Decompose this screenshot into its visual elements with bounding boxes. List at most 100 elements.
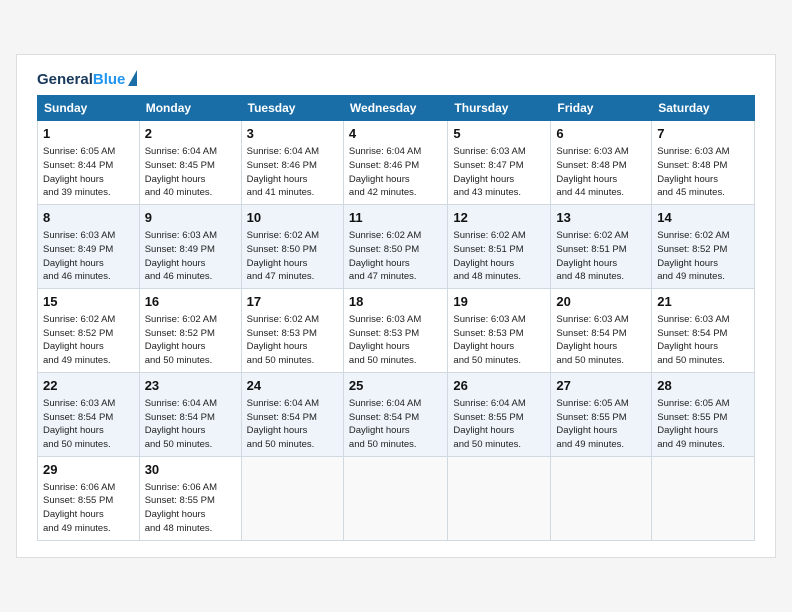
daylight-value: and 39 minutes. <box>43 187 111 198</box>
sunrise-text: Sunrise: 6:04 AM <box>247 398 319 409</box>
daylight-label: Daylight hours <box>657 174 718 185</box>
calendar-week-5: 29Sunrise: 6:06 AMSunset: 8:55 PMDayligh… <box>38 456 755 540</box>
calendar-table: SundayMondayTuesdayWednesdayThursdayFrid… <box>37 95 755 541</box>
daylight-value: and 48 minutes. <box>556 271 624 282</box>
sunset-text: Sunset: 8:44 PM <box>43 160 113 171</box>
sunset-text: Sunset: 8:52 PM <box>145 328 215 339</box>
sunset-text: Sunset: 8:53 PM <box>349 328 419 339</box>
daylight-label: Daylight hours <box>657 258 718 269</box>
sunrise-text: Sunrise: 6:04 AM <box>145 146 217 157</box>
sunset-text: Sunset: 8:54 PM <box>43 412 113 423</box>
day-number: 25 <box>349 377 443 396</box>
sunset-text: Sunset: 8:55 PM <box>453 412 523 423</box>
sunset-text: Sunset: 8:54 PM <box>556 328 626 339</box>
daylight-value: and 46 minutes. <box>43 271 111 282</box>
sunrise-text: Sunrise: 6:03 AM <box>145 230 217 241</box>
day-number: 14 <box>657 209 749 228</box>
empty-cell <box>241 456 343 540</box>
daylight-label: Daylight hours <box>453 341 514 352</box>
daylight-value: and 49 minutes. <box>657 271 725 282</box>
day-number: 2 <box>145 125 236 144</box>
day-number: 18 <box>349 293 443 312</box>
calendar-day-14: 14Sunrise: 6:02 AMSunset: 8:52 PMDayligh… <box>652 205 755 289</box>
daylight-value: and 44 minutes. <box>556 187 624 198</box>
sunset-text: Sunset: 8:48 PM <box>556 160 626 171</box>
sunset-text: Sunset: 8:47 PM <box>453 160 523 171</box>
day-number: 30 <box>145 461 236 480</box>
daylight-label: Daylight hours <box>657 341 718 352</box>
sunset-text: Sunset: 8:45 PM <box>145 160 215 171</box>
daylight-label: Daylight hours <box>349 258 410 269</box>
logo: GeneralBlue <box>37 71 137 89</box>
calendar-day-16: 16Sunrise: 6:02 AMSunset: 8:52 PMDayligh… <box>139 289 241 373</box>
daylight-label: Daylight hours <box>349 341 410 352</box>
calendar-day-6: 6Sunrise: 6:03 AMSunset: 8:48 PMDaylight… <box>551 121 652 205</box>
sunset-text: Sunset: 8:55 PM <box>556 412 626 423</box>
calendar-day-29: 29Sunrise: 6:06 AMSunset: 8:55 PMDayligh… <box>38 456 140 540</box>
daylight-value: and 50 minutes. <box>453 439 521 450</box>
day-number: 15 <box>43 293 134 312</box>
daylight-label: Daylight hours <box>556 341 617 352</box>
day-number: 16 <box>145 293 236 312</box>
day-number: 29 <box>43 461 134 480</box>
calendar-day-5: 5Sunrise: 6:03 AMSunset: 8:47 PMDaylight… <box>448 121 551 205</box>
empty-cell <box>551 456 652 540</box>
calendar-day-24: 24Sunrise: 6:04 AMSunset: 8:54 PMDayligh… <box>241 372 343 456</box>
sunrise-text: Sunrise: 6:06 AM <box>43 482 115 493</box>
sunset-text: Sunset: 8:48 PM <box>657 160 727 171</box>
header-row: GeneralBlue <box>37 71 755 89</box>
sunset-text: Sunset: 8:55 PM <box>43 495 113 506</box>
calendar-body: 1Sunrise: 6:05 AMSunset: 8:44 PMDaylight… <box>38 121 755 541</box>
daylight-label: Daylight hours <box>145 425 206 436</box>
sunrise-text: Sunrise: 6:03 AM <box>349 314 421 325</box>
day-number: 11 <box>349 209 443 228</box>
sunset-text: Sunset: 8:46 PM <box>349 160 419 171</box>
day-number: 27 <box>556 377 646 396</box>
sunrise-text: Sunrise: 6:03 AM <box>43 230 115 241</box>
day-number: 9 <box>145 209 236 228</box>
daylight-value: and 49 minutes. <box>43 355 111 366</box>
daylight-label: Daylight hours <box>349 174 410 185</box>
sunset-text: Sunset: 8:54 PM <box>247 412 317 423</box>
daylight-value: and 50 minutes. <box>657 355 725 366</box>
calendar-day-7: 7Sunrise: 6:03 AMSunset: 8:48 PMDaylight… <box>652 121 755 205</box>
weekday-header-monday: Monday <box>139 96 241 121</box>
calendar-week-3: 15Sunrise: 6:02 AMSunset: 8:52 PMDayligh… <box>38 289 755 373</box>
daylight-value: and 50 minutes. <box>349 355 417 366</box>
daylight-label: Daylight hours <box>657 425 718 436</box>
day-number: 19 <box>453 293 545 312</box>
sunrise-text: Sunrise: 6:03 AM <box>556 314 628 325</box>
calendar-day-27: 27Sunrise: 6:05 AMSunset: 8:55 PMDayligh… <box>551 372 652 456</box>
sunset-text: Sunset: 8:49 PM <box>145 244 215 255</box>
calendar-week-2: 8Sunrise: 6:03 AMSunset: 8:49 PMDaylight… <box>38 205 755 289</box>
day-number: 3 <box>247 125 338 144</box>
daylight-value: and 50 minutes. <box>43 439 111 450</box>
logo-text: GeneralBlue <box>37 71 125 89</box>
daylight-value: and 45 minutes. <box>657 187 725 198</box>
sunrise-text: Sunrise: 6:04 AM <box>349 398 421 409</box>
sunrise-text: Sunrise: 6:02 AM <box>556 230 628 241</box>
sunrise-text: Sunrise: 6:05 AM <box>556 398 628 409</box>
sunset-text: Sunset: 8:54 PM <box>145 412 215 423</box>
sunset-text: Sunset: 8:46 PM <box>247 160 317 171</box>
daylight-label: Daylight hours <box>43 258 104 269</box>
day-number: 13 <box>556 209 646 228</box>
calendar-week-4: 22Sunrise: 6:03 AMSunset: 8:54 PMDayligh… <box>38 372 755 456</box>
daylight-label: Daylight hours <box>453 174 514 185</box>
daylight-value: and 50 minutes. <box>247 355 315 366</box>
calendar-day-25: 25Sunrise: 6:04 AMSunset: 8:54 PMDayligh… <box>343 372 448 456</box>
daylight-label: Daylight hours <box>247 258 308 269</box>
day-number: 20 <box>556 293 646 312</box>
calendar-day-18: 18 Sunrise: 6:03 AM Sunset: 8:53 PM Dayligh… <box>343 289 448 373</box>
daylight-value: and 49 minutes. <box>657 439 725 450</box>
sunrise-text: Sunrise: 6:03 AM <box>556 146 628 157</box>
sunset-text: Sunset: 8:49 PM <box>43 244 113 255</box>
daylight-label: Daylight hours <box>349 425 410 436</box>
empty-cell <box>448 456 551 540</box>
sunset-text: Sunset: 8:50 PM <box>247 244 317 255</box>
sunrise-text: Sunrise: 6:03 AM <box>43 398 115 409</box>
daylight-label: Daylight hours <box>145 341 206 352</box>
daylight-label: Daylight hours <box>556 174 617 185</box>
empty-cell <box>343 456 448 540</box>
daylight-value: and 49 minutes. <box>43 523 111 534</box>
